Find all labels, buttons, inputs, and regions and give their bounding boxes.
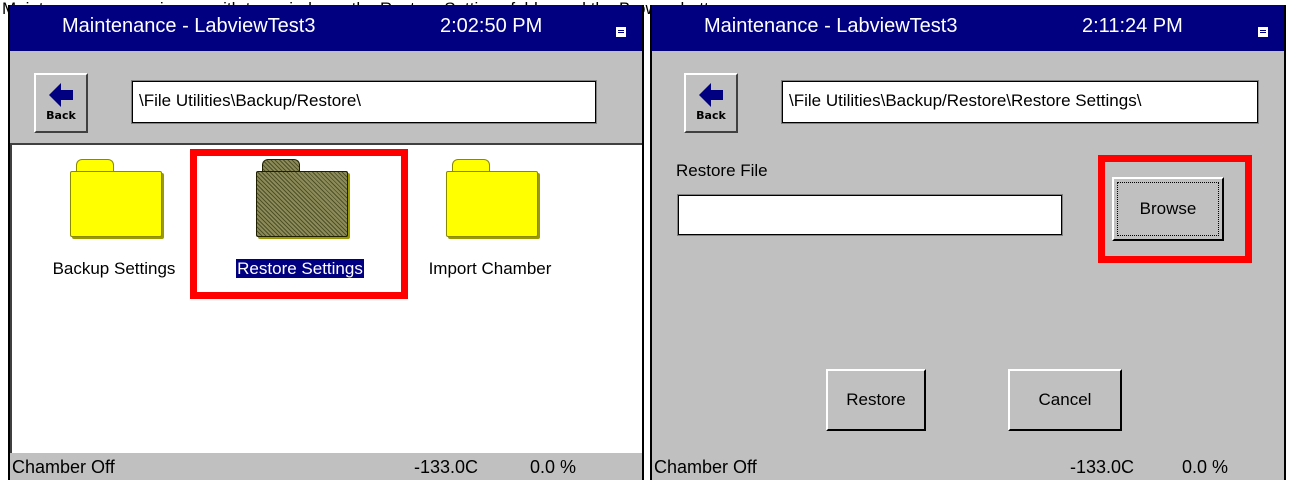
title-bar: Maintenance - LabviewTest3 2:02:50 PM bbox=[10, 5, 642, 51]
restore-file-input[interactable] bbox=[677, 194, 1063, 236]
file-browser-area: Backup Settings Restore Settings Import … bbox=[10, 143, 642, 453]
window-title: Maintenance - LabviewTest3 bbox=[62, 15, 316, 37]
back-arrow-icon bbox=[49, 83, 73, 107]
path-field[interactable]: \File Utilities\Backup/Restore\ bbox=[131, 80, 597, 124]
back-button[interactable]: Back bbox=[34, 73, 88, 133]
restore-file-label: Restore File bbox=[676, 161, 768, 180]
status-bar: Chamber Off -133.0C 0.0 % bbox=[652, 453, 1284, 480]
percent-readout: 0.0 % bbox=[530, 457, 577, 477]
folder-label: Import Chamber bbox=[428, 259, 552, 278]
status-bar: Chamber Off -133.0C 0.0 % bbox=[10, 453, 642, 480]
folder-label: Backup Settings bbox=[52, 259, 176, 278]
folder-icon bbox=[70, 159, 162, 239]
percent-readout: 0.0 % bbox=[1182, 457, 1229, 477]
title-bar: Maintenance - LabviewTest3 2:11:24 PM bbox=[652, 5, 1284, 51]
folder-backup-settings[interactable]: Backup Settings bbox=[24, 159, 204, 279]
browse-button[interactable]: Browse bbox=[1112, 177, 1224, 241]
back-label: Back bbox=[46, 109, 76, 122]
back-arrow-icon bbox=[699, 83, 723, 107]
path-field[interactable]: \File Utilities\Backup/Restore\Restore S… bbox=[781, 80, 1259, 124]
right-screen: Maintenance - LabviewTest3 2:11:24 PM Ba… bbox=[650, 5, 1286, 480]
temperature-readout: -133.0C bbox=[1070, 457, 1135, 477]
clock: 2:11:24 PM bbox=[1082, 15, 1183, 37]
cancel-button[interactable]: Cancel bbox=[1008, 369, 1122, 431]
restore-label: Restore bbox=[846, 390, 906, 409]
restore-button[interactable]: Restore bbox=[826, 369, 926, 431]
browse-label: Browse bbox=[1139, 199, 1197, 218]
folder-label: Restore Settings bbox=[235, 258, 365, 279]
folder-import-chamber[interactable]: Import Chamber bbox=[400, 159, 580, 279]
window-title: Maintenance - LabviewTest3 bbox=[704, 15, 958, 37]
folder-restore-settings[interactable]: Restore Settings bbox=[210, 159, 390, 279]
chamber-status: Chamber Off bbox=[654, 457, 757, 477]
folder-icon bbox=[446, 159, 538, 239]
menu-icon[interactable] bbox=[1258, 27, 1268, 37]
temperature-readout: -133.0C bbox=[414, 457, 479, 477]
back-label: Back bbox=[696, 109, 726, 122]
cancel-label: Cancel bbox=[1038, 390, 1092, 409]
left-screen: Maintenance - LabviewTest3 2:02:50 PM Ba… bbox=[8, 5, 644, 480]
chamber-status: Chamber Off bbox=[12, 457, 115, 477]
folder-icon bbox=[256, 159, 348, 239]
back-button[interactable]: Back bbox=[684, 73, 738, 133]
menu-icon[interactable] bbox=[616, 27, 626, 37]
clock: 2:02:50 PM bbox=[440, 15, 543, 37]
